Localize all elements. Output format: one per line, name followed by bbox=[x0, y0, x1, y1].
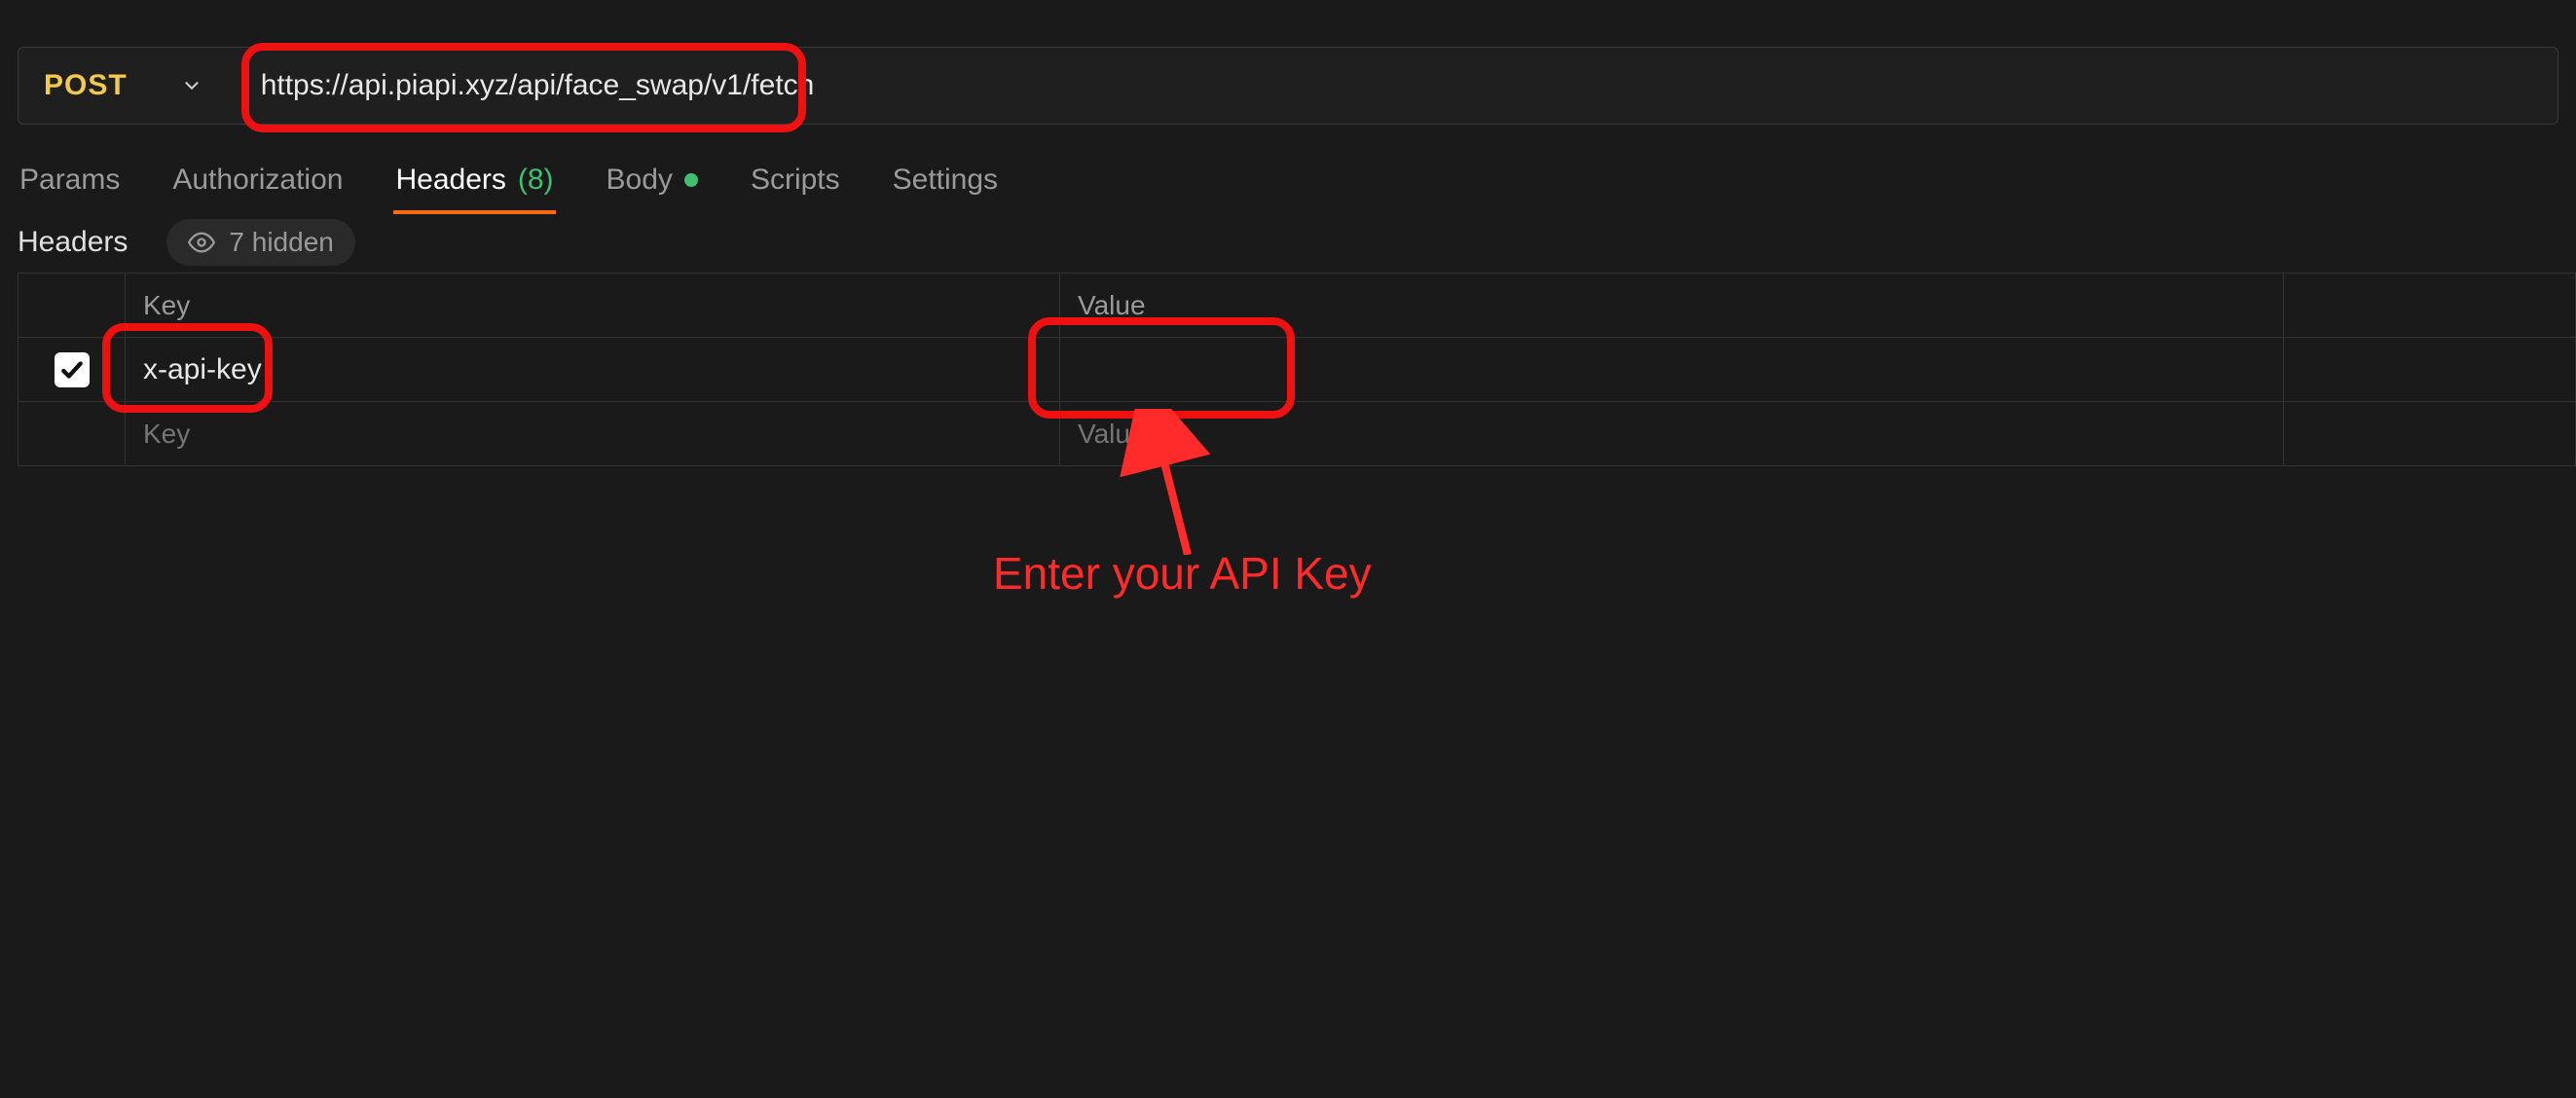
request-bar: POST bbox=[18, 47, 2558, 125]
row-value-cell[interactable] bbox=[1060, 338, 2284, 401]
annotation-text: Enter your API Key bbox=[993, 547, 1372, 600]
eye-icon bbox=[188, 229, 215, 256]
hidden-headers-toggle[interactable]: 7 hidden bbox=[166, 219, 354, 266]
tab-params[interactable]: Params bbox=[18, 154, 122, 214]
request-url-input[interactable] bbox=[241, 48, 2558, 124]
placeholder-value-input[interactable] bbox=[1078, 402, 2265, 465]
tab-settings[interactable]: Settings bbox=[891, 154, 1000, 214]
table-header-value: Value bbox=[1060, 274, 2284, 337]
headers-section-row: Headers 7 hidden bbox=[18, 219, 355, 266]
headers-table: Key Value bbox=[18, 273, 2576, 466]
http-method-label: POST bbox=[44, 69, 128, 102]
tab-body[interactable]: Body bbox=[605, 154, 700, 214]
dot-icon bbox=[684, 173, 698, 187]
placeholder-check-cell bbox=[18, 402, 126, 465]
tab-settings-label: Settings bbox=[893, 164, 998, 197]
tab-authorization[interactable]: Authorization bbox=[170, 154, 345, 214]
http-method-select[interactable]: POST bbox=[18, 48, 241, 124]
tab-authorization-label: Authorization bbox=[172, 164, 343, 197]
chevron-down-icon bbox=[181, 75, 202, 96]
row-value-input[interactable] bbox=[1078, 338, 2265, 401]
table-header-key: Key bbox=[126, 274, 1060, 337]
placeholder-key-input[interactable] bbox=[143, 402, 1042, 465]
row-checkbox[interactable] bbox=[55, 352, 90, 387]
section-title: Headers bbox=[18, 226, 128, 259]
row-key-cell[interactable] bbox=[126, 338, 1060, 401]
hidden-headers-label: 7 hidden bbox=[229, 227, 333, 258]
placeholder-value-cell[interactable] bbox=[1060, 402, 2284, 465]
tab-scripts[interactable]: Scripts bbox=[749, 154, 842, 214]
tab-body-label: Body bbox=[607, 164, 673, 197]
table-header-extra bbox=[2284, 274, 2576, 337]
tab-scripts-label: Scripts bbox=[751, 164, 840, 197]
tab-headers-count: (8) bbox=[518, 164, 554, 197]
row-extra-cell bbox=[2284, 338, 2576, 401]
tab-headers[interactable]: Headers (8) bbox=[393, 154, 555, 214]
placeholder-key-cell[interactable] bbox=[126, 402, 1060, 465]
row-check-cell bbox=[18, 338, 126, 401]
tab-params-label: Params bbox=[19, 164, 120, 197]
tab-headers-label: Headers bbox=[395, 164, 505, 197]
request-tabs: Params Authorization Headers (8) Body Sc… bbox=[18, 154, 1000, 214]
table-row bbox=[18, 338, 2576, 402]
table-placeholder-row[interactable] bbox=[18, 402, 2576, 466]
row-key-input[interactable] bbox=[143, 338, 1042, 401]
table-header-check bbox=[18, 274, 126, 337]
table-header-row: Key Value bbox=[18, 274, 2576, 338]
placeholder-extra-cell bbox=[2284, 402, 2576, 465]
